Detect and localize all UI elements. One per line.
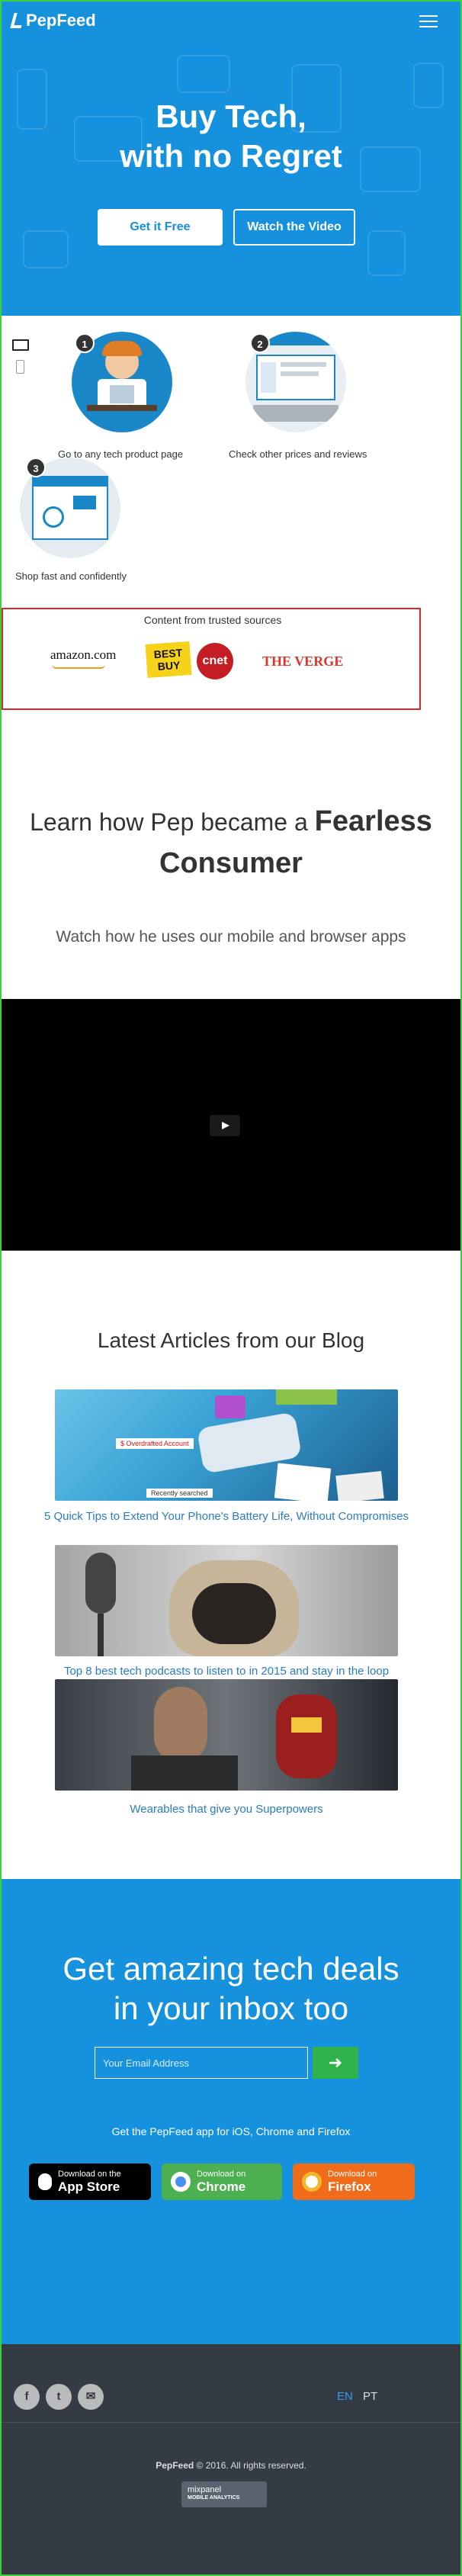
step-1-badge: 1 — [75, 333, 95, 353]
blog-image-podcast[interactable] — [55, 1545, 398, 1656]
learn-subtitle: Watch how he uses our mobile and browser… — [56, 928, 406, 946]
logo-text: PepFeed — [26, 11, 96, 30]
email-icon[interactable]: ✉ — [78, 2384, 104, 2410]
pepfeed-logo-icon — [10, 13, 25, 28]
twitter-icon[interactable]: t — [46, 2384, 72, 2410]
step-3-badge: 3 — [26, 458, 46, 477]
hero-title: Buy Tech, with no Regret — [120, 98, 342, 174]
app-store-button[interactable]: Download on the App Store — [29, 2163, 151, 2200]
play-icon[interactable] — [210, 1115, 240, 1136]
watch-video-button[interactable]: Watch the Video — [233, 209, 355, 246]
get-it-free-button[interactable]: Get it Free — [98, 209, 223, 246]
recently-searched-badge: Recently searched — [146, 1489, 213, 1498]
newsletter-section: Get amazing tech deals in your inbox too… — [2, 1879, 460, 2344]
mixpanel-badge[interactable]: mixpanel MOBILE ANALYTICS — [181, 2481, 267, 2507]
blog-image-wearables[interactable] — [55, 1679, 398, 1791]
blog-link-3[interactable]: Wearables that give you Superpowers — [24, 1801, 428, 1817]
facebook-icon[interactable]: f — [14, 2384, 40, 2410]
copyright: PepFeed © 2016. All rights reserved. — [156, 2460, 306, 2471]
mobile-icon[interactable] — [16, 360, 24, 374]
firefox-icon — [302, 2172, 322, 2192]
menu-icon[interactable] — [419, 15, 438, 27]
apps-text: Get the PepFeed app for iOS, Chrome and … — [111, 2125, 351, 2138]
footer: f t ✉ EN PT PepFeed © 2016. All rights r… — [2, 2344, 460, 2574]
email-input[interactable] — [95, 2047, 308, 2079]
firefox-store-button[interactable]: Download on Firefox — [293, 2163, 415, 2200]
blog-title: Latest Articles from our Blog — [97, 1328, 365, 1352]
footer-divider — [2, 2422, 460, 2423]
newsletter-title: Get amazing tech deals in your inbox too — [63, 1951, 399, 2026]
step-3-label: Shop fast and confidently — [15, 570, 127, 582]
desktop-icon[interactable] — [12, 339, 29, 351]
blog-link-2[interactable]: Top 8 best tech podcasts to listen to in… — [24, 1663, 428, 1679]
learn-heading: Learn how Pep became a Fearless Consumer — [30, 805, 432, 879]
lang-en[interactable]: EN — [337, 2390, 353, 2403]
lang-pt[interactable]: PT — [363, 2390, 377, 2403]
apple-icon — [38, 2173, 52, 2190]
amazon-logo: amazon.com — [50, 647, 117, 662]
video-player[interactable] — [2, 999, 460, 1251]
logo[interactable]: PepFeed — [10, 11, 96, 31]
subscribe-button[interactable]: ➜ — [313, 2047, 358, 2079]
blog-link-1[interactable]: 5 Quick Tips to Extend Your Phone's Batt… — [24, 1508, 428, 1524]
overdraft-badge: $ Overdrafted Account — [116, 1438, 194, 1449]
trusted-sources: Content from trusted sources amazon.com … — [2, 608, 421, 710]
hero: PepFeed Buy Tech, with no Regret Get it … — [2, 2, 460, 316]
blog-image-phone[interactable]: $ Overdrafted Account Recently searched — [55, 1389, 398, 1501]
step-2-badge: 2 — [250, 333, 270, 353]
the-verge-logo: THE VERGE — [262, 654, 344, 669]
amazon-smile-icon — [52, 664, 105, 669]
chrome-store-button[interactable]: Download on Chrome — [162, 2163, 282, 2200]
cnet-logo: cnet — [197, 643, 233, 679]
chrome-icon — [171, 2172, 191, 2192]
trusted-sources-title: Content from trusted sources — [143, 614, 282, 626]
step-2-label: Check other prices and reviews — [229, 448, 367, 460]
bestbuy-logo: BEST BUY — [145, 641, 192, 678]
